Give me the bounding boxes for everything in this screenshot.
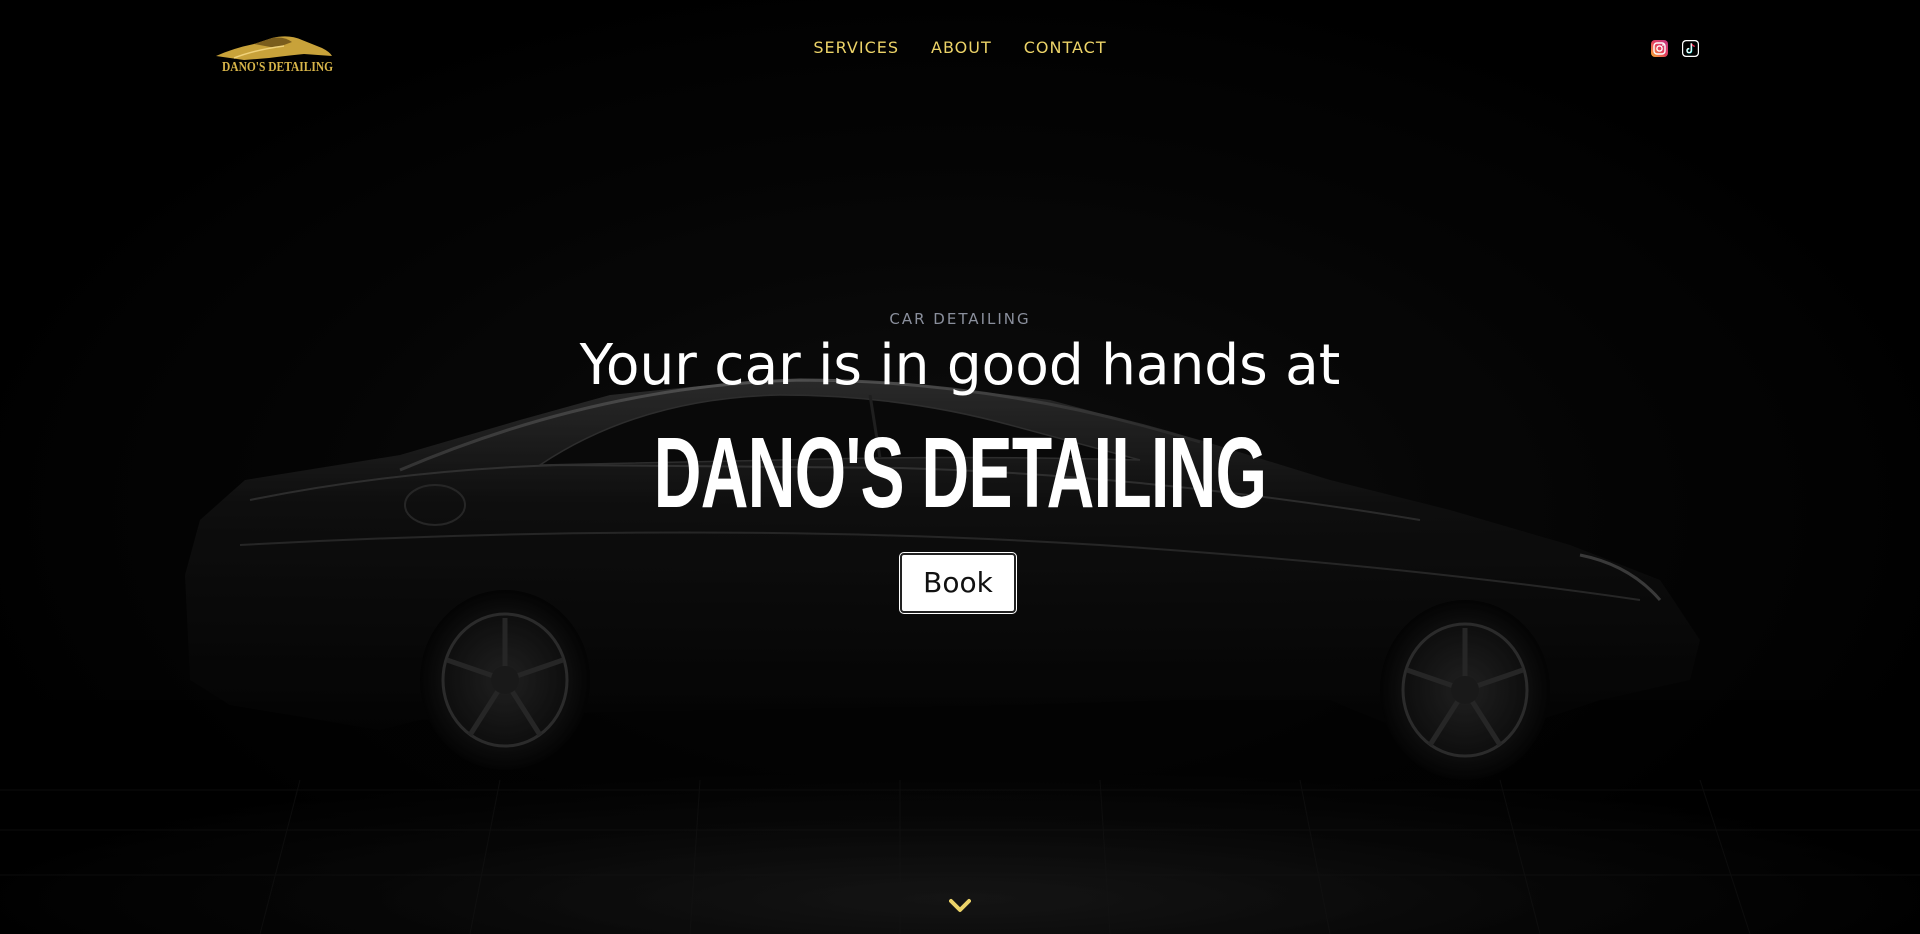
nav-item-contact[interactable]: CONTACT xyxy=(1024,38,1107,57)
page: DANO'S DETAILING SERVICES ABOUT CONTACT xyxy=(0,0,1920,934)
book-button[interactable]: Book xyxy=(899,552,1017,614)
tiktok-icon[interactable] xyxy=(1682,40,1699,57)
social-links xyxy=(1651,40,1699,57)
instagram-icon[interactable] xyxy=(1651,40,1668,57)
hero-headline: Your car is in good hands at xyxy=(579,333,1341,398)
nav-item-about[interactable]: ABOUT xyxy=(931,38,992,57)
main-nav: SERVICES ABOUT CONTACT xyxy=(0,38,1920,57)
hero-brand-title: DANO'S DETAILING xyxy=(653,417,1267,529)
logo-text: DANO'S DETAILING xyxy=(222,60,334,75)
hero-brand-wrap: DANO'S DETAILING xyxy=(0,418,1920,528)
chevron-down-icon[interactable] xyxy=(949,898,971,914)
site-header: DANO'S DETAILING SERVICES ABOUT CONTACT xyxy=(0,0,1920,100)
hero-eyebrow: CAR DETAILING xyxy=(889,310,1031,328)
nav-item-services[interactable]: SERVICES xyxy=(813,38,899,57)
